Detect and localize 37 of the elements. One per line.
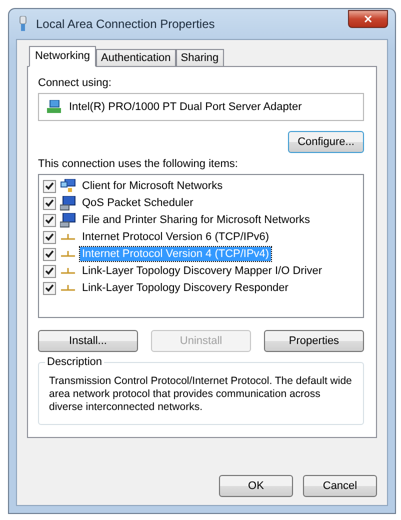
adapter-name: Intel(R) PRO/1000 PT Dual Port Server Adapter <box>69 101 302 113</box>
items-label: This connection uses the following items: <box>38 158 239 170</box>
checkbox[interactable] <box>43 264 56 278</box>
list-item[interactable]: Client for Microsoft Networks <box>80 179 225 193</box>
close-button[interactable]: ✕ <box>348 10 388 28</box>
protocol-icon <box>60 284 76 292</box>
tab[interactable]: Networking <box>29 46 96 67</box>
description-title: Description <box>45 356 104 368</box>
checkbox[interactable] <box>43 248 56 260</box>
protocol-icon <box>60 267 76 275</box>
dialog-button[interactable]: OK <box>219 475 293 497</box>
computer-icon <box>60 212 76 228</box>
list-item[interactable]: File and Printer Sharing for Microsoft Networks <box>80 213 312 227</box>
tab[interactable]: Authentication <box>96 49 176 67</box>
checkbox[interactable] <box>43 230 56 244</box>
list-item[interactable]: Internet Protocol Version 6 (TCP/IPv6) <box>80 230 272 244</box>
network-connection-icon <box>18 16 28 32</box>
configure-button[interactable]: Configure... <box>288 131 364 153</box>
protocol-icon <box>60 250 76 258</box>
item-action-button[interactable]: Install... <box>38 330 138 352</box>
description-text: Transmission Control Protocol/Internet Protocol. The default wide area network protocol that provides communication across diverse interconnected networks. <box>49 375 353 414</box>
checkbox[interactable] <box>43 196 56 210</box>
network-adapter-icon <box>47 100 61 114</box>
checkbox[interactable] <box>43 214 56 226</box>
list-item[interactable]: Link-Layer Topology Discovery Responder <box>80 281 290 295</box>
protocol-icon <box>60 233 76 241</box>
network-client-icon <box>60 179 76 193</box>
dialog-button[interactable]: Cancel <box>303 475 377 497</box>
tab[interactable]: Sharing <box>176 49 224 67</box>
list-item[interactable]: Link-Layer Topology Discovery Mapper I/O Driver <box>80 264 324 278</box>
checkbox[interactable] <box>43 180 56 192</box>
window-title: Local Area Connection Properties <box>36 17 216 31</box>
connect-using-label: Connect using: <box>38 77 112 89</box>
computer-icon <box>60 196 76 210</box>
checkbox[interactable] <box>43 282 56 294</box>
list-item[interactable]: QoS Packet Scheduler <box>80 196 196 210</box>
item-action-button[interactable]: Properties <box>264 330 364 352</box>
